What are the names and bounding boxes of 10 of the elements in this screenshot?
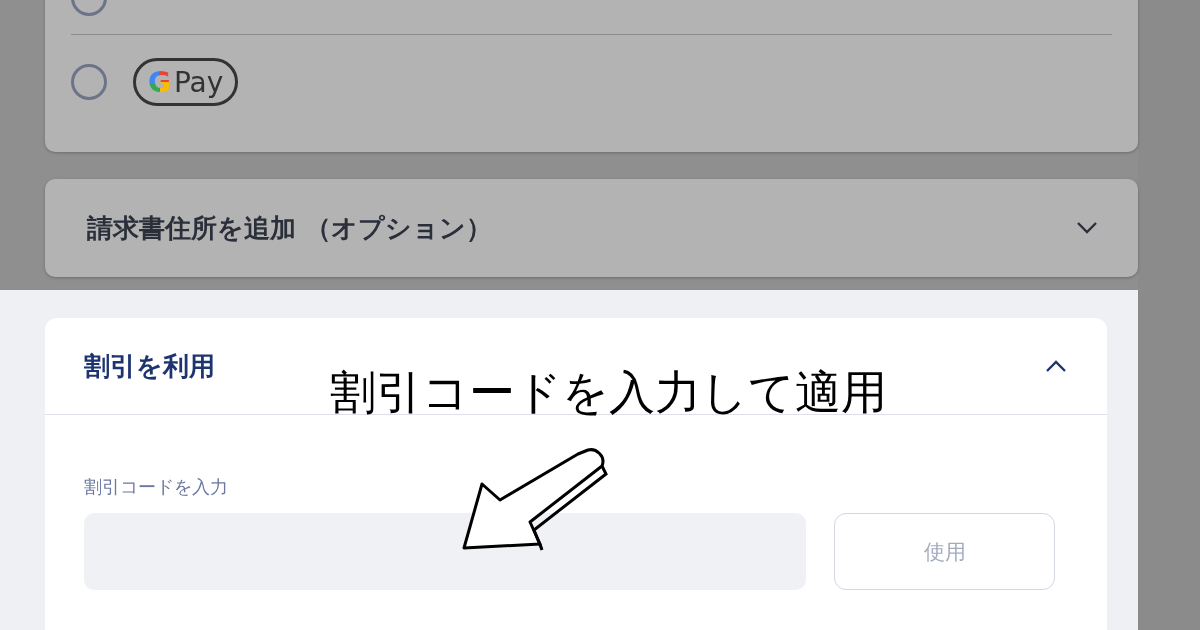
field-label: 割引コードを入力 [84,475,229,499]
section-title: 割引を利用 [84,349,215,383]
chevron-down-icon[interactable] [1076,221,1098,235]
accordion-header[interactable]: 請求書住所を追加 （オプション） [45,179,1138,277]
radio-button[interactable] [71,64,107,100]
chevron-up-icon[interactable] [1045,359,1067,373]
discount-code-field[interactable] [84,513,806,590]
payment-logo: G Pay [133,58,239,106]
annotation-text: 割引コードを入力して適用 [330,364,887,421]
accordion-title: 請求書住所を追加 （オプション） [87,211,493,245]
